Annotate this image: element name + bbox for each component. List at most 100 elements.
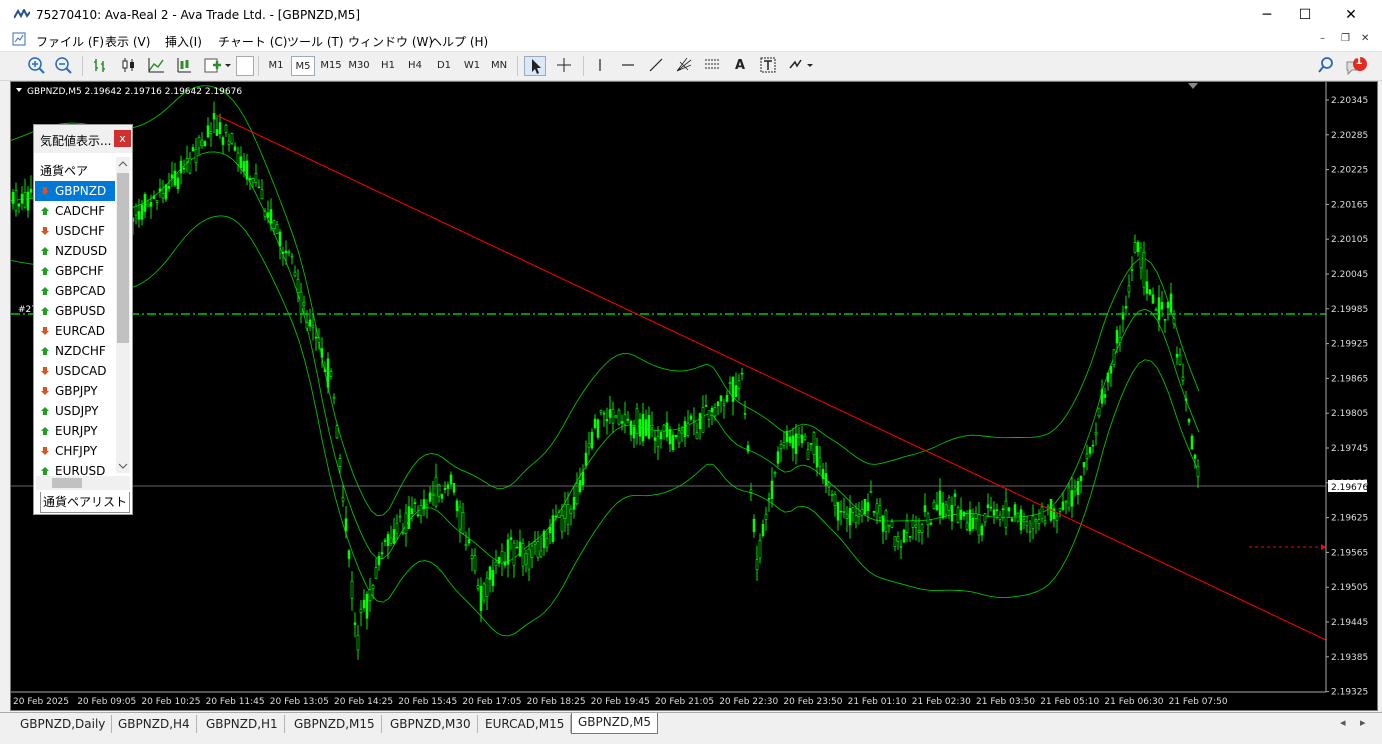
symbol-row[interactable]: GBPCHF	[35, 261, 115, 281]
tab-symbol-list[interactable]: 通貨ペアリスト	[40, 492, 130, 513]
symbol-row[interactable]: EURJPY	[35, 421, 115, 441]
scroll-up-icon[interactable]	[116, 157, 130, 171]
bar-chart-icon[interactable]	[90, 56, 110, 76]
indicator-slot[interactable]	[236, 56, 254, 76]
symbol-row[interactable]: GBPJPY	[35, 381, 115, 401]
market-watch-hscrollbar[interactable]	[36, 476, 130, 490]
text-label-icon[interactable]	[758, 56, 778, 76]
mdi-restore-button[interactable]: ❐	[1341, 33, 1350, 44]
menu-tools[interactable]: ツール (T)	[287, 33, 344, 50]
tab-gbpnzd-m15[interactable]: GBPNZD,M15	[288, 715, 382, 733]
market-watch-header[interactable]: 気配値表示... x	[34, 125, 132, 153]
tf-m1-button[interactable]: M1	[264, 56, 288, 76]
fibonacci-icon[interactable]	[702, 56, 722, 76]
tf-h4-button[interactable]: H4	[403, 56, 427, 76]
tf-mn-button[interactable]: MN	[487, 56, 511, 76]
market-watch-window[interactable]: 気配値表示... x 通貨ペア GBPNZD CADCHF USDCHF NZDUSD…	[33, 124, 133, 515]
price-tick-label: 2.19625	[1331, 514, 1368, 524]
candle-body	[383, 540, 387, 542]
tab-gbpnzd-daily[interactable]: GBPNZD,Daily	[14, 715, 113, 733]
tab-gbpnzd-h4[interactable]: GBPNZD,H4	[112, 715, 197, 733]
price-chart[interactable]: GBPNZD,M5 2.19642 2.19716 2.19642 2.1967…	[10, 81, 1378, 711]
candle-body	[887, 524, 891, 527]
vertical-line-icon[interactable]	[590, 56, 610, 76]
symbol-row[interactable]: GBPNZD	[35, 181, 115, 201]
candle-body	[1136, 241, 1140, 253]
close-button[interactable]: ✕	[1328, 0, 1374, 30]
candle-body	[497, 556, 501, 564]
candlestick-icon[interactable]	[118, 56, 138, 76]
line-chart-icon[interactable]	[146, 56, 166, 76]
symbol-row[interactable]: NZDUSD	[35, 241, 115, 261]
tab-eurcad-m15[interactable]: EURCAD,M15	[479, 715, 572, 733]
symbol-row[interactable]: USDCAD	[35, 361, 115, 381]
menu-view[interactable]: 表示 (V)	[105, 33, 150, 50]
market-watch-close-button[interactable]: x	[114, 130, 131, 147]
scroll-down-icon[interactable]	[116, 459, 130, 473]
notification-icon[interactable]: 1	[1342, 56, 1370, 76]
column-header-symbol[interactable]: 通貨ペア	[40, 162, 88, 179]
candle-body	[416, 514, 420, 517]
time-tick-label: 20 Feb 19:45	[591, 697, 650, 707]
mdi-close-button[interactable]: ✕	[1361, 33, 1369, 44]
chart-shift-icon[interactable]	[174, 56, 194, 76]
tf-m30-button[interactable]: M30	[346, 56, 372, 76]
trendline-icon[interactable]	[646, 56, 666, 76]
symbol-row[interactable]: CHFJPY	[35, 441, 115, 461]
cursor-icon[interactable]	[524, 56, 546, 76]
candle-body	[191, 147, 195, 152]
candle-body	[833, 494, 837, 507]
menu-chart[interactable]: チャート (C)	[218, 33, 287, 50]
menu-window[interactable]: ウィンドウ (W)	[348, 33, 433, 50]
gann-icon[interactable]	[674, 56, 694, 76]
tab-gbpnzd-m5[interactable]: GBPNZD,M5	[571, 713, 659, 734]
candle-body	[656, 436, 660, 447]
menu-insert[interactable]: 挿入(I)	[165, 33, 202, 50]
text-icon[interactable]: A	[730, 56, 750, 76]
symbol-row[interactable]: USDJPY	[35, 401, 115, 421]
market-watch-vscrollbar[interactable]	[116, 157, 130, 473]
candle-body	[626, 418, 630, 421]
symbol-row[interactable]: EURCAD	[35, 321, 115, 341]
zoom-out-icon[interactable]	[53, 56, 73, 76]
candle-body	[371, 584, 375, 589]
search-icon[interactable]	[1316, 56, 1336, 76]
scroll-thumb[interactable]	[117, 173, 129, 343]
tf-h1-button[interactable]: H1	[376, 56, 400, 76]
symbol-row[interactable]: USDCHF	[35, 221, 115, 241]
tf-m15-button[interactable]: M15	[318, 56, 344, 76]
tf-w1-button[interactable]: W1	[460, 56, 484, 76]
tab-scroll-right-icon[interactable]: ▸	[1360, 716, 1366, 729]
tab-gbpnzd-h1[interactable]: GBPNZD,H1	[200, 715, 285, 733]
arrows-icon[interactable]	[786, 56, 816, 76]
mdi-minimize-button[interactable]: –	[1320, 33, 1325, 44]
chart-canvas[interactable]: GBPNZD,M5 2.19642 2.19716 2.19642 2.1967…	[11, 82, 1377, 710]
price-tick-label: 2.19445	[1331, 618, 1368, 628]
candle-body	[1124, 306, 1128, 309]
candle-body	[908, 536, 912, 538]
symbol-row[interactable]: GBPCAD	[35, 281, 115, 301]
candle-body	[779, 444, 783, 449]
candle-body	[329, 371, 333, 377]
maximize-button[interactable]: ☐	[1282, 0, 1328, 30]
candle-body	[1100, 389, 1104, 404]
candle-body	[293, 271, 297, 277]
menu-help[interactable]: ヘルプ (H)	[430, 33, 488, 50]
symbol-row[interactable]: GBPUSD	[35, 301, 115, 321]
candle-body	[995, 509, 999, 511]
horizontal-line-icon[interactable]	[618, 56, 638, 76]
menu-file[interactable]: ファイル (F)	[36, 33, 104, 50]
candle-body	[932, 502, 936, 509]
hscroll-thumb[interactable]	[52, 478, 82, 488]
arrow-up-icon	[41, 467, 49, 475]
zoom-in-icon[interactable]	[26, 56, 46, 76]
symbol-row[interactable]: CADCHF	[35, 201, 115, 221]
symbol-row[interactable]: NZDCHF	[35, 341, 115, 361]
chart-window-icon[interactable]	[12, 32, 26, 46]
crosshair-icon[interactable]	[553, 56, 575, 76]
tf-d1-button[interactable]: D1	[432, 56, 456, 76]
tab-gbpnzd-m30[interactable]: GBPNZD,M30	[384, 715, 478, 733]
tf-m5-button[interactable]: M5	[291, 56, 315, 76]
add-indicator-icon[interactable]	[202, 56, 232, 76]
tab-scroll-left-icon[interactable]: ◂	[1340, 716, 1346, 729]
